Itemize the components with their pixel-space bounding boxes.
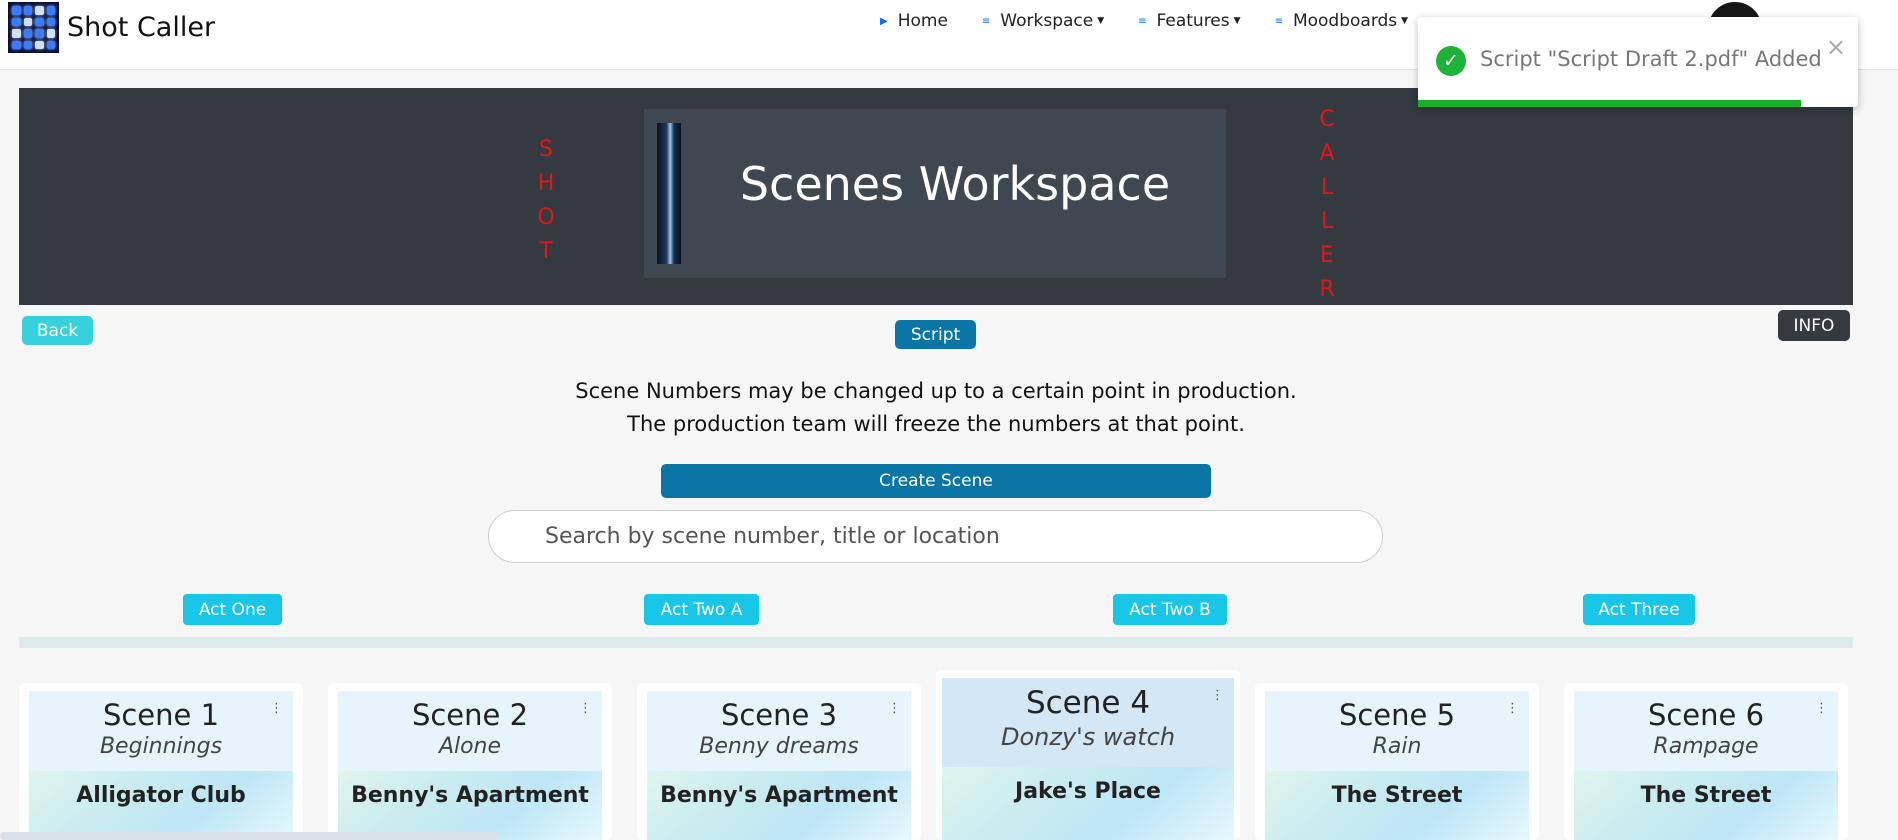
search-input[interactable]: Search by scene number, title or locatio… xyxy=(488,510,1383,563)
scene-card-image: Benny's Apartment xyxy=(338,771,602,840)
chevron-down-icon: ▼ xyxy=(1401,16,1409,26)
toast-message: Script "Script Draft 2.pdf" Added xyxy=(1480,47,1822,71)
page-title: Scenes Workspace xyxy=(739,157,1171,211)
act-button-two-b[interactable]: Act Two B xyxy=(1113,594,1227,625)
shot-caller-logo xyxy=(8,2,59,53)
kebab-menu-icon[interactable]: ⋮ xyxy=(270,701,283,716)
create-scene-button[interactable]: Create Scene xyxy=(661,464,1211,498)
brand[interactable]: Shot Caller xyxy=(8,2,215,53)
scene-title: Rain xyxy=(1372,734,1422,759)
scene-card-header: Scene 4 Donzy's watch ⋮ xyxy=(942,678,1234,767)
scene-card-image: Alligator Club xyxy=(29,771,293,840)
scene-card-header: Scene 3 Benny dreams ⋮ xyxy=(647,691,911,771)
kebab-menu-icon[interactable]: ⋮ xyxy=(1506,701,1519,716)
main-nav: ▶ Home ≡ Workspace ▼ ≡ Features ▼ ≡ Mood… xyxy=(880,8,1442,34)
scene-card-header: Scene 1 Beginnings ⋮ xyxy=(29,691,293,771)
scene-title: Alone xyxy=(438,734,502,759)
close-icon[interactable]: × xyxy=(1826,33,1846,61)
scene-card-header: Scene 2 Alone ⋮ xyxy=(338,691,602,771)
horizontal-scrollbar[interactable] xyxy=(0,832,500,840)
scene-title: Rampage xyxy=(1653,734,1759,759)
scene-card-header: Scene 6 Rampage ⋮ xyxy=(1574,691,1838,771)
chevron-down-icon: ▼ xyxy=(1097,16,1105,26)
scene-location: Alligator Club xyxy=(76,783,246,808)
act-button-one[interactable]: Act One xyxy=(183,594,282,625)
scene-location: The Street xyxy=(1331,783,1463,808)
brand-name: Shot Caller xyxy=(67,12,216,43)
nav-home[interactable]: ▶ Home xyxy=(880,8,948,34)
nav-moodboards-dropdown[interactable]: ≡ Moodboards ▼ xyxy=(1275,8,1409,34)
scene-number: Scene 3 xyxy=(720,698,838,732)
scene-card-image: Benny's Apartment xyxy=(647,771,911,840)
vertical-caller-text: CALLER xyxy=(1319,107,1335,302)
scene-card[interactable]: Scene 2 Alone ⋮ Benny's Apartment xyxy=(328,683,612,840)
scene-number: Scene 2 xyxy=(411,698,529,732)
scene-title: Benny dreams xyxy=(699,734,859,759)
back-button[interactable]: Back xyxy=(22,316,93,345)
info-button[interactable]: INFO xyxy=(1778,310,1850,341)
scene-card-header: Scene 5 Rain ⋮ xyxy=(1265,691,1529,771)
act-button-two-a[interactable]: Act Two A xyxy=(644,594,759,625)
notice-line-2: The production team will freeze the numb… xyxy=(627,412,1245,436)
act-divider xyxy=(19,637,1853,648)
list-icon: ≡ xyxy=(1274,15,1283,27)
scene-title: Donzy's watch xyxy=(1000,723,1176,751)
scene-number: Scene 4 xyxy=(1025,685,1151,721)
kebab-menu-icon[interactable]: ⋮ xyxy=(579,701,592,716)
scene-card-image: Jake's Place xyxy=(942,767,1234,840)
nav-features-label: Features xyxy=(1156,11,1230,31)
act-button-three[interactable]: Act Three xyxy=(1583,594,1695,625)
scene-location: Benny's Apartment xyxy=(351,783,589,808)
check-circle-icon: ✓ xyxy=(1436,46,1466,76)
kebab-menu-icon[interactable]: ⋮ xyxy=(888,701,901,716)
hero-title-card: Scenes Workspace xyxy=(644,109,1226,278)
script-button[interactable]: Script xyxy=(895,320,976,349)
list-icon: ≡ xyxy=(1138,15,1147,27)
scene-number: Scene 5 xyxy=(1338,698,1456,732)
list-icon: ≡ xyxy=(981,15,991,27)
kebab-menu-icon[interactable]: ⋮ xyxy=(1815,701,1828,716)
play-icon: ▶ xyxy=(880,15,888,27)
scene-title: Beginnings xyxy=(99,734,223,759)
chevron-down-icon: ▼ xyxy=(1233,16,1241,26)
nav-home-label: Home xyxy=(897,11,948,31)
scene-number: Scene 6 xyxy=(1647,698,1765,732)
scene-location: Benny's Apartment xyxy=(660,783,898,808)
toast-progress-bar xyxy=(1418,100,1801,107)
notice-line-1: Scene Numbers may be changed up to a cer… xyxy=(575,379,1297,403)
nav-features-dropdown[interactable]: ≡ Features ▼ xyxy=(1138,8,1240,34)
scene-location: Jake's Place xyxy=(1015,779,1161,804)
kebab-menu-icon[interactable]: ⋮ xyxy=(1211,688,1224,703)
scene-card-image: The Street xyxy=(1265,771,1529,840)
scene-card-hovered[interactable]: Scene 4 Donzy's watch ⋮ Jake's Place xyxy=(936,670,1240,840)
scene-card[interactable]: Scene 1 Beginnings ⋮ Alligator Club xyxy=(19,683,303,840)
scene-card[interactable]: Scene 5 Rain ⋮ The Street xyxy=(1255,683,1539,840)
scene-card-image: The Street xyxy=(1574,771,1838,840)
scene-number: Scene 1 xyxy=(102,698,220,732)
nav-workspace-dropdown[interactable]: ≡ Workspace ▼ xyxy=(982,8,1104,34)
nav-workspace-label: Workspace xyxy=(1000,11,1094,31)
nav-moodboards-label: Moodboards xyxy=(1292,11,1398,31)
scene-number-notice: Scene Numbers may be changed up to a cer… xyxy=(0,375,1872,441)
toast-notification: ✓ Script "Script Draft 2.pdf" Added × xyxy=(1418,17,1858,107)
scene-location: The Street xyxy=(1640,783,1772,808)
vertical-shot-text: SHOT xyxy=(537,137,555,264)
hero-banner: SHOT Scenes Workspace CALLER xyxy=(19,88,1853,305)
scene-card[interactable]: Scene 3 Benny dreams ⋮ Benny's Apartment xyxy=(637,683,921,840)
scene-card[interactable]: Scene 6 Rampage ⋮ The Street xyxy=(1564,683,1848,840)
